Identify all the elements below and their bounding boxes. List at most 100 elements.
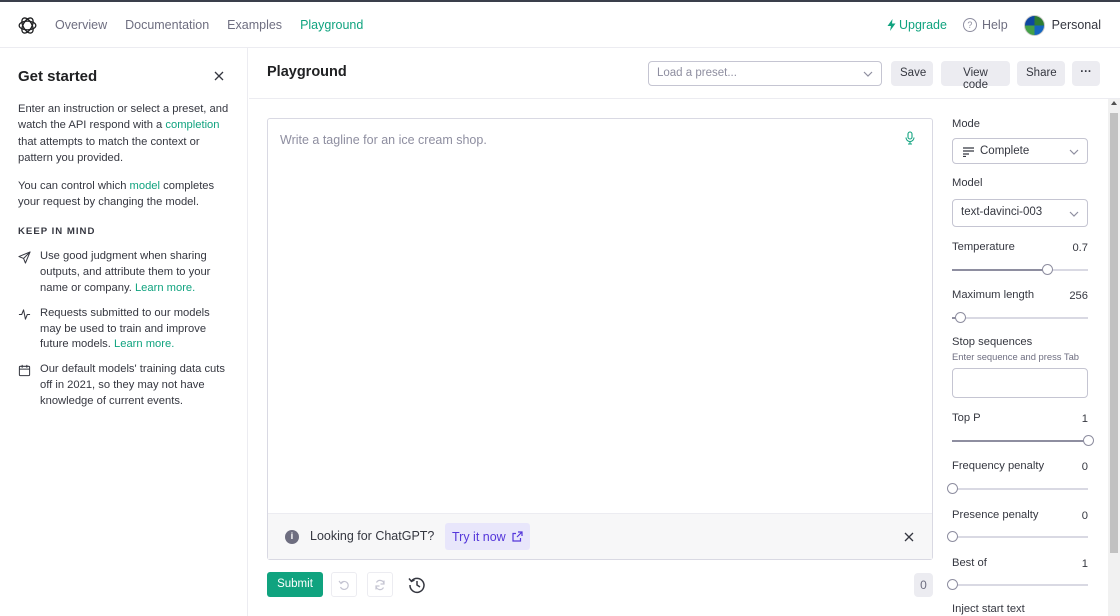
best-of-label: Best of — [952, 557, 987, 569]
tip-item: Requests submitted to our models may be … — [18, 306, 229, 353]
account-menu[interactable]: Personal — [1023, 14, 1101, 36]
view-code-button[interactable]: View code — [941, 61, 1010, 91]
chevron-down-icon — [1069, 211, 1079, 217]
model-text-start: You can control which — [18, 179, 130, 192]
playground-header: Playground Load a preset... Save View co… — [249, 48, 1120, 99]
slider-thumb[interactable] — [947, 531, 958, 542]
tip-text: Our default models' training data cuts o… — [40, 363, 225, 407]
keep-in-mind-heading: KEEP IN MIND — [18, 226, 96, 238]
mode-select[interactable]: Complete — [952, 138, 1088, 164]
slider-thumb[interactable] — [947, 483, 958, 494]
top-p-value[interactable]: 1 — [1082, 413, 1088, 425]
max-length-value[interactable]: 256 — [1069, 290, 1088, 302]
frequency-penalty-slider[interactable] — [947, 483, 1088, 494]
temperature-value[interactable]: 0.7 — [1072, 242, 1088, 254]
send-icon — [18, 251, 31, 265]
best-of-value[interactable]: 1 — [1082, 558, 1088, 570]
prompt-editor[interactable]: Write a tagline for an ice cream shop. i… — [267, 118, 933, 560]
learn-more-link[interactable]: Learn more. — [114, 338, 174, 350]
chatgpt-prompt: Looking for ChatGPT? — [310, 529, 435, 543]
temperature-label: Temperature — [952, 241, 1015, 253]
frequency-penalty-value[interactable]: 0 — [1082, 461, 1088, 473]
openai-logo-icon[interactable] — [17, 15, 38, 36]
chatgpt-banner: i Looking for ChatGPT? Try it now — [268, 513, 932, 559]
top-p-label: Top P — [952, 412, 981, 424]
intro-text-end: that attempts to match the context or pa… — [18, 135, 200, 165]
completion-link[interactable]: completion — [165, 119, 219, 131]
slider-thumb[interactable] — [1042, 264, 1054, 275]
share-button[interactable]: Share — [1017, 61, 1065, 86]
token-count: 0 — [914, 573, 933, 597]
nav-links: Overview Documentation Examples Playgrou… — [55, 2, 381, 48]
chevron-down-icon — [1069, 149, 1079, 155]
model-value: text-davinci-003 — [961, 206, 1043, 218]
presence-penalty-slider[interactable] — [947, 531, 1088, 542]
slider-thumb[interactable] — [955, 312, 967, 323]
model-link[interactable]: model — [130, 180, 160, 192]
tip-item: Our default models' training data cuts o… — [18, 362, 229, 409]
preset-select[interactable]: Load a preset... — [648, 61, 882, 86]
microphone-icon[interactable] — [904, 131, 916, 145]
account-label: Personal — [1051, 18, 1101, 32]
tip-text: Use good judgment when sharing outputs, … — [40, 249, 229, 296]
stop-sequences-hint: Enter sequence and press Tab — [952, 351, 1079, 362]
settings-panel: Mode Complete Model text-davinci-003 Tem… — [947, 99, 1094, 616]
learn-more-link[interactable]: Learn more. — [135, 282, 195, 294]
scroll-up-arrow-icon[interactable] — [1111, 101, 1117, 105]
mode-label: Mode — [952, 118, 980, 130]
nav-documentation[interactable]: Documentation — [125, 18, 209, 32]
presence-penalty-value[interactable]: 0 — [1082, 510, 1088, 522]
info-icon: i — [285, 530, 299, 544]
slider-thumb[interactable] — [1083, 435, 1094, 446]
get-started-panel: Get started Enter an instruction or sele… — [0, 48, 248, 616]
max-length-slider[interactable] — [952, 312, 1088, 323]
best-of-slider[interactable] — [947, 579, 1088, 590]
chevron-down-icon — [863, 71, 873, 77]
close-icon[interactable] — [212, 69, 226, 83]
inject-start-text-label: Inject start text — [952, 603, 1025, 615]
close-icon[interactable] — [904, 532, 914, 542]
stop-sequences-label: Stop sequences — [952, 336, 1033, 348]
activity-icon — [18, 309, 31, 320]
stop-sequences-input[interactable] — [952, 368, 1088, 398]
try-it-now-button[interactable]: Try it now — [445, 523, 530, 550]
more-options-button[interactable]: ··· — [1072, 61, 1100, 86]
help-icon: ? — [962, 18, 977, 32]
page-title: Playground — [267, 64, 347, 80]
refresh-icon — [375, 579, 385, 590]
tip-item: Use good judgment when sharing outputs, … — [18, 249, 229, 296]
top-nav: Overview Documentation Examples Playgrou… — [0, 2, 1120, 48]
frequency-penalty-label: Frequency penalty — [952, 460, 1045, 472]
calendar-icon — [18, 365, 31, 377]
undo-icon — [338, 580, 349, 590]
nav-overview[interactable]: Overview — [55, 18, 107, 32]
submit-button[interactable]: Submit — [267, 572, 323, 597]
undo-button[interactable] — [331, 572, 357, 597]
try-it-label: Try it now — [452, 529, 506, 544]
max-length-label: Maximum length — [952, 289, 1035, 301]
model-text: You can control which model completes yo… — [18, 178, 229, 211]
help-label: Help — [981, 18, 1008, 32]
slider-thumb[interactable] — [947, 579, 958, 590]
nav-playground[interactable]: Playground — [300, 18, 363, 32]
nav-examples[interactable]: Examples — [227, 18, 282, 32]
model-label: Model — [952, 177, 983, 189]
top-p-slider[interactable] — [952, 435, 1094, 446]
lightning-icon — [887, 19, 896, 31]
upgrade-label: Upgrade — [898, 18, 947, 32]
temperature-slider[interactable] — [952, 264, 1088, 275]
scrollbar-thumb[interactable] — [1110, 113, 1118, 553]
presence-penalty-label: Presence penalty — [952, 509, 1039, 521]
preset-placeholder: Load a preset... — [657, 67, 737, 79]
avatar — [1023, 14, 1045, 36]
prompt-placeholder: Write a tagline for an ice cream shop. — [280, 133, 487, 147]
upgrade-link[interactable]: Upgrade — [887, 18, 947, 32]
external-link-icon — [512, 531, 523, 542]
regenerate-button[interactable] — [367, 572, 393, 597]
settings-scrollbar[interactable] — [1108, 99, 1120, 616]
list-icon — [963, 147, 974, 157]
help-link[interactable]: ? Help — [962, 18, 1008, 32]
history-icon[interactable] — [407, 575, 427, 595]
model-select[interactable]: text-davinci-003 — [952, 199, 1088, 227]
save-button[interactable]: Save — [891, 61, 933, 86]
